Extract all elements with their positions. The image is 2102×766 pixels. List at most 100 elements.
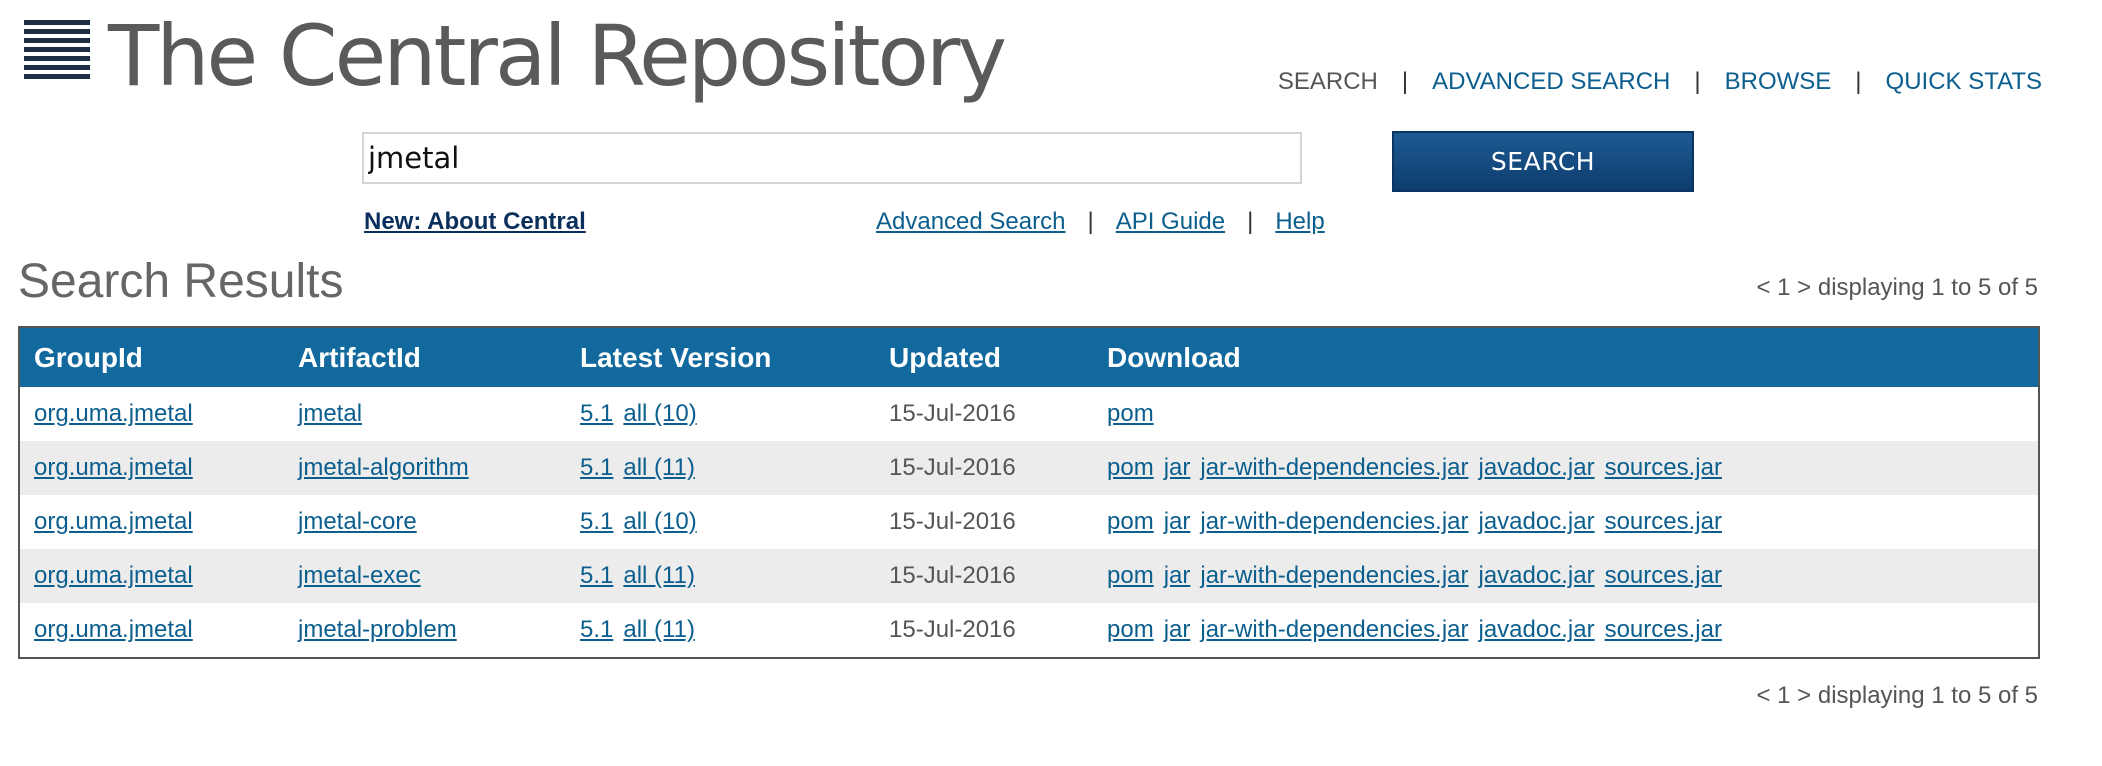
link-separator: | [1087,208,1094,235]
download-link[interactable]: javadoc.jar [1479,454,1595,481]
download-link[interactable]: pom [1107,508,1154,535]
cell-groupid: org.uma.jmetal [19,549,284,603]
download-link[interactable]: jar [1164,508,1191,535]
nav-separator: | [1694,68,1701,95]
cell-download: pom jar jar-with-dependencies.jar javadoc.j… [1093,603,2039,658]
all-versions-link[interactable]: all (11) [623,562,695,589]
cell-artifactid: jmetal [284,387,566,441]
download-link[interactable]: pom [1107,454,1154,481]
nav-advanced-search[interactable]: ADVANCED SEARCH [1432,68,1670,96]
download-link[interactable]: pom [1107,616,1154,643]
groupid-link[interactable]: org.uma.jmetal [34,400,193,427]
help-link[interactable]: Help [1275,208,1324,236]
download-link[interactable]: javadoc.jar [1479,562,1595,589]
table-row: org.uma.jmetal jmetal 5.1 all (10) 15-Jul-20… [19,387,2039,441]
site-title[interactable]: The Central Repository [108,6,1007,106]
cell-download: pom [1093,387,2039,441]
column-header-groupid: GroupId [34,341,143,373]
column-header-artifactid: ArtifactId [298,341,421,373]
download-link[interactable]: jar-with-dependencies.jar [1200,454,1468,481]
cell-download: pom jar jar-with-dependencies.jar javadoc.j… [1093,441,2039,495]
nav-quick-stats[interactable]: QUICK STATS [1886,68,2042,96]
cell-latest-version: 5.1 all (11) [566,549,875,603]
download-link[interactable]: sources.jar [1605,508,1722,535]
api-guide-link[interactable]: API Guide [1116,208,1225,236]
download-link[interactable]: javadoc.jar [1479,616,1595,643]
cell-artifactid: jmetal-exec [284,549,566,603]
cell-artifactid: jmetal-problem [284,603,566,658]
column-header-download: Download [1107,341,1241,373]
column-header-latest-version: Latest Version [580,341,772,373]
column-header-updated: Updated [889,341,1001,373]
all-versions-link[interactable]: all (10) [623,400,696,427]
search-button[interactable]: SEARCH [1392,131,1694,192]
cell-groupid: org.uma.jmetal [19,603,284,658]
nav-search[interactable]: SEARCH [1278,68,1378,96]
version-link[interactable]: 5.1 [580,508,613,535]
groupid-link[interactable]: org.uma.jmetal [34,562,193,589]
search-input[interactable] [362,132,1302,184]
all-versions-link[interactable]: all (10) [623,508,696,535]
download-link[interactable]: pom [1107,562,1154,589]
pager-top: < 1 > displaying 1 to 5 of 5 [1756,274,2038,301]
pager-bottom: < 1 > displaying 1 to 5 of 5 [1756,682,2038,709]
cell-updated: 15-Jul-2016 [889,562,1016,589]
table-row: org.uma.jmetal jmetal-problem 5.1 all (11) 1… [19,603,2039,658]
cell-groupid: org.uma.jmetal [19,441,284,495]
download-link[interactable]: pom [1107,400,1154,427]
nav-separator: | [1401,68,1409,95]
download-link[interactable]: jar-with-dependencies.jar [1200,616,1468,643]
cell-latest-version: 5.1 all (10) [566,387,875,441]
all-versions-link[interactable]: all (11) [623,616,695,643]
cell-artifactid: jmetal-algorithm [284,441,566,495]
download-link[interactable]: sources.jar [1605,616,1722,643]
groupid-link[interactable]: org.uma.jmetal [34,508,193,535]
cell-download: pom jar jar-with-dependencies.jar javadoc.j… [1093,549,2039,603]
download-link[interactable]: sources.jar [1605,454,1722,481]
download-link[interactable]: jar [1164,616,1191,643]
cell-groupid: org.uma.jmetal [19,387,284,441]
cell-updated: 15-Jul-2016 [889,454,1016,481]
table-row: org.uma.jmetal jmetal-core 5.1 all (10) 15-J… [19,495,2039,549]
about-central-link[interactable]: New: About Central [364,208,586,236]
results-body: org.uma.jmetal jmetal 5.1 all (10) 15-Jul-20… [19,387,2039,658]
artifactid-link[interactable]: jmetal [298,400,362,427]
cell-groupid: org.uma.jmetal [19,495,284,549]
all-versions-link[interactable]: all (11) [623,454,695,481]
advanced-search-link[interactable]: Advanced Search [876,208,1065,236]
cell-latest-version: 5.1 all (11) [566,441,875,495]
download-link[interactable]: sources.jar [1605,562,1722,589]
table-row: org.uma.jmetal jmetal-algorithm 5.1 all (11… [19,441,2039,495]
link-separator: | [1247,208,1254,235]
download-link[interactable]: jar [1164,454,1191,481]
download-link[interactable]: jar [1164,562,1191,589]
version-link[interactable]: 5.1 [580,562,613,589]
groupid-link[interactable]: org.uma.jmetal [34,454,193,481]
nav-separator: | [1855,68,1862,95]
download-link[interactable]: javadoc.jar [1479,508,1595,535]
table-row: org.uma.jmetal jmetal-exec 5.1 all (11) 15-J… [19,549,2039,603]
top-nav: SEARCH | ADVANCED SEARCH | BROWSE | QUIC… [1278,68,2042,96]
logo-icon[interactable] [24,20,90,84]
version-link[interactable]: 5.1 [580,454,613,481]
version-link[interactable]: 5.1 [580,400,613,427]
cell-latest-version: 5.1 all (11) [566,603,875,658]
artifactid-link[interactable]: jmetal-problem [298,616,457,643]
table-header-row: GroupId ArtifactId Latest Version Update… [19,327,2039,387]
download-link[interactable]: jar-with-dependencies.jar [1200,562,1468,589]
results-table: GroupId ArtifactId Latest Version Update… [18,326,2040,659]
cell-updated: 15-Jul-2016 [889,400,1016,427]
sub-links: Advanced Search | API Guide | Help [876,208,1325,236]
download-link[interactable]: jar-with-dependencies.jar [1200,508,1468,535]
cell-latest-version: 5.1 all (10) [566,495,875,549]
cell-artifactid: jmetal-core [284,495,566,549]
nav-browse[interactable]: BROWSE [1725,68,1832,96]
artifactid-link[interactable]: jmetal-exec [298,562,421,589]
artifactid-link[interactable]: jmetal-algorithm [298,454,469,481]
cell-download: pom jar jar-with-dependencies.jar javadoc.j… [1093,495,2039,549]
version-link[interactable]: 5.1 [580,616,613,643]
cell-updated: 15-Jul-2016 [889,616,1016,643]
groupid-link[interactable]: org.uma.jmetal [34,616,193,643]
artifactid-link[interactable]: jmetal-core [298,508,417,535]
cell-updated: 15-Jul-2016 [889,508,1016,535]
